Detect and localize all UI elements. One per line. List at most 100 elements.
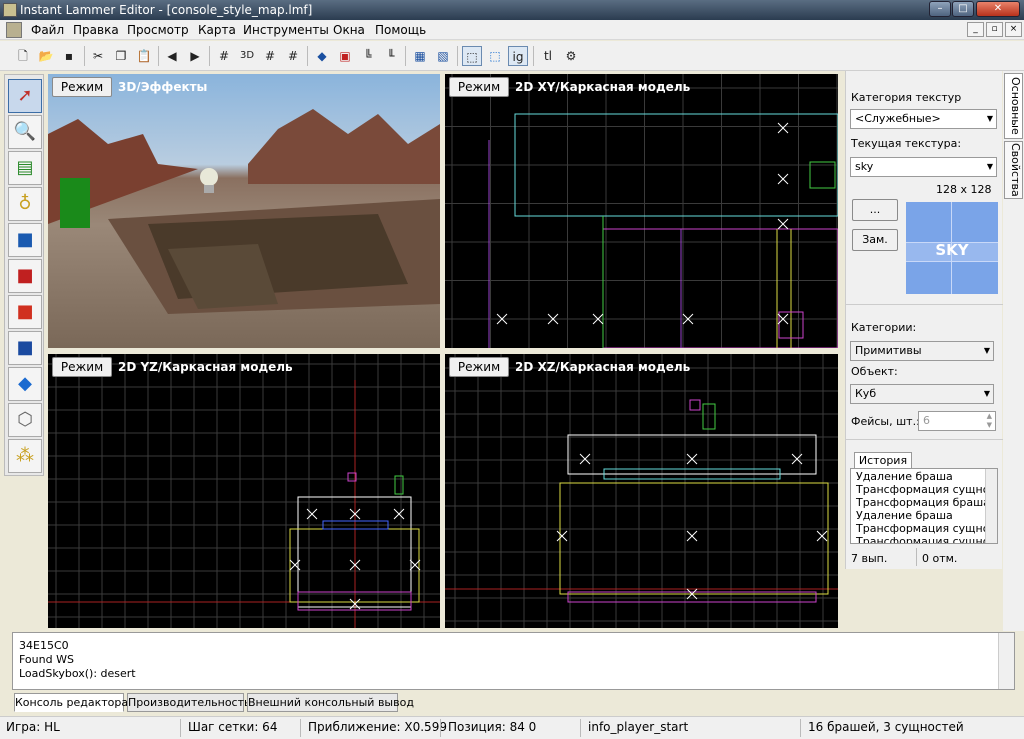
align-left-icon[interactable]: ╙	[381, 46, 401, 66]
status-zoom: Приближение: X0.599	[308, 720, 447, 734]
ungroup-icon[interactable]: ▧	[433, 46, 453, 66]
undone-count: 0 отм.	[922, 552, 958, 565]
status-position: Позиция: 84 0	[448, 720, 537, 734]
object-label: Объект:	[851, 365, 898, 378]
tab-properties[interactable]: Свойства	[1004, 141, 1023, 199]
faces-value: 6	[923, 414, 930, 427]
categories-value: Примитивы	[855, 344, 922, 357]
categories-label: Категории:	[851, 321, 917, 334]
object-select[interactable]: Куб ▼	[850, 384, 994, 404]
3d-grid-icon[interactable]: 3D	[237, 46, 257, 66]
history-list[interactable]: Удаление браша Трансформация сущности Тр…	[850, 468, 998, 544]
texture-tool-icon[interactable]: ■	[8, 259, 42, 293]
apply-texture-tool-icon[interactable]: ■	[8, 295, 42, 329]
console-line: Found WS	[19, 653, 74, 666]
texture-lock-icon[interactable]: ◆	[312, 46, 332, 66]
ig-button[interactable]: ig	[508, 46, 528, 66]
tab-editor-console[interactable]: Консоль редактора	[14, 693, 128, 712]
properties-panel: Категория текстур <Служебные> ▼ Текущая т…	[845, 71, 1003, 569]
magnifier-tool-icon[interactable]: 🔍	[8, 115, 42, 149]
grid-snap-icon[interactable]: #	[260, 46, 280, 66]
group-icon[interactable]: ▦	[410, 46, 430, 66]
camera-tool-icon[interactable]: ▤	[8, 151, 42, 185]
side-tabs: Основные Свойства	[1003, 71, 1024, 631]
vertex-tool-icon[interactable]: ⬡	[8, 403, 42, 437]
new-icon[interactable]: 🗋	[13, 46, 33, 66]
maximize-button[interactable]: □	[952, 1, 974, 17]
status-bar: Игра: HL Шаг сетки: 64 Приближение: X0.5…	[0, 716, 1024, 739]
menu-map[interactable]: Карта	[198, 23, 236, 37]
chevron-down-icon: ▼	[986, 114, 993, 123]
cut-icon[interactable]: ✂	[88, 46, 108, 66]
object-value: Куб	[855, 387, 877, 400]
open-icon[interactable]: 📂	[36, 46, 56, 66]
current-texture-select[interactable]: sky ▼	[850, 157, 997, 177]
history-tab[interactable]: История	[854, 452, 912, 469]
texture-category-label: Категория текстур	[851, 91, 962, 104]
light-entity-tool-icon[interactable]: ♁	[8, 187, 42, 221]
menu-view[interactable]: Просмотр	[127, 23, 189, 37]
viewport-xz[interactable]: Режим 2D XZ/Каркасная модель	[445, 354, 838, 628]
history-item[interactable]: Трансформация сущности	[856, 522, 997, 535]
doc-icon[interactable]	[6, 22, 22, 38]
block-tool-icon[interactable]: ■	[8, 223, 42, 257]
console-scrollbar[interactable]	[998, 633, 1014, 689]
decal-tool-icon[interactable]: ■	[8, 331, 42, 365]
history-scrollbar[interactable]	[985, 469, 997, 543]
minimize-button[interactable]: –	[929, 1, 951, 17]
viewport-yz[interactable]: Режим 2D YZ/Каркасная модель	[48, 354, 440, 628]
menu-windows[interactable]: Окна	[333, 23, 365, 37]
viewport-xz-mode-button[interactable]: Режим	[449, 357, 509, 377]
select-icon[interactable]: ⬚	[485, 46, 505, 66]
texture-category-select[interactable]: <Служебные> ▼	[850, 109, 997, 129]
viewport-xy[interactable]: Режим 2D XY/Каркасная модель	[445, 74, 838, 348]
history-item[interactable]: Удаление браша	[856, 470, 953, 483]
history-item[interactable]: Трансформация сущности	[856, 483, 997, 496]
tab-external-console[interactable]: Внешний консольный вывод	[247, 693, 414, 712]
clip-tool-icon[interactable]: ◆	[8, 367, 42, 401]
faces-spinner[interactable]: 6 ▲ ▼	[918, 411, 996, 431]
align-icon[interactable]: ╚	[358, 46, 378, 66]
history-item[interactable]: Трансформация браша	[856, 496, 990, 509]
chevron-down-icon: ▼	[983, 346, 990, 355]
pointer-tool-icon[interactable]: ➚	[8, 79, 42, 113]
path-tool-icon[interactable]: ⁂	[8, 439, 42, 473]
history-item[interactable]: Трансформация сущности	[856, 535, 997, 543]
console-output[interactable]: 34E15C0 Found WS LoadSkybox(): desert	[12, 632, 1015, 690]
menu-edit[interactable]: Правка	[73, 23, 119, 37]
copy-icon[interactable]: ❐	[111, 46, 131, 66]
done-count: 7 вып.	[851, 552, 888, 565]
close-button[interactable]: ✕	[976, 1, 1020, 17]
menu-file[interactable]: Файл	[31, 23, 64, 37]
status-counts: 16 брашей, 3 сущностей	[808, 720, 964, 734]
menu-bar: Файл Правка Просмотр Карта Инструменты О…	[0, 20, 1024, 40]
history-item[interactable]: Удаление браша	[856, 509, 953, 522]
texture-preview: SKY	[906, 202, 998, 294]
select-box-icon[interactable]: ▣	[335, 46, 355, 66]
viewport-xy-mode-button[interactable]: Режим	[449, 77, 509, 97]
viewport-3d[interactable]: Режим 3D/Эффекты	[48, 74, 440, 348]
paste-icon[interactable]: 📋	[134, 46, 154, 66]
bbox-icon[interactable]: ⬚	[462, 46, 482, 66]
viewport-yz-mode-button[interactable]: Режим	[52, 357, 112, 377]
replace-texture-button[interactable]: Зам.	[852, 229, 898, 251]
mdi-close-button[interactable]: ×	[1005, 22, 1022, 37]
grid-dots-icon[interactable]: #	[283, 46, 303, 66]
faces-label: Фейсы, шт.:	[851, 415, 920, 428]
browse-texture-button[interactable]: ...	[852, 199, 898, 221]
undo-icon[interactable]: ◀	[162, 46, 182, 66]
grid-icon[interactable]: #	[214, 46, 234, 66]
menu-tools[interactable]: Инструменты	[243, 23, 329, 37]
tab-main[interactable]: Основные	[1004, 73, 1023, 139]
tab-performance[interactable]: Производительность	[127, 693, 251, 712]
mdi-minimize-button[interactable]: _	[967, 22, 984, 37]
settings-icon[interactable]: ⚙	[561, 46, 581, 66]
tl-button[interactable]: tl	[538, 46, 558, 66]
mdi-restore-button[interactable]: ▫	[986, 22, 1003, 37]
menu-help[interactable]: Помощь	[375, 23, 426, 37]
categories-select[interactable]: Примитивы ▼	[850, 341, 994, 361]
save-icon[interactable]: ▪	[59, 46, 79, 66]
redo-icon[interactable]: ▶	[185, 46, 205, 66]
spinner-arrows-icon[interactable]: ▲ ▼	[987, 412, 992, 430]
viewport-3d-mode-button[interactable]: Режим	[52, 77, 112, 97]
